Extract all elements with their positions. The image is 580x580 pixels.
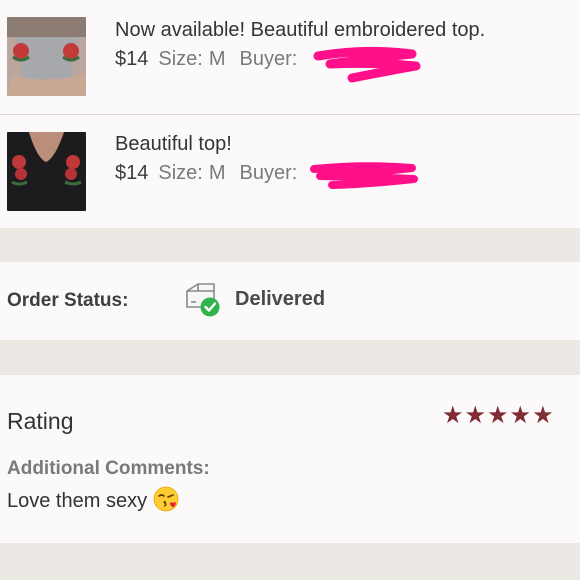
item-thumbnail[interactable] [7,132,86,211]
size-label: Size: [158,162,203,184]
item-price: $14 [115,162,149,184]
rating-label: Rating [7,408,74,434]
size-value: M [208,48,226,70]
comment-body: Love them sexy [7,490,148,512]
kiss-emoji-icon [153,486,179,518]
order-status-label: Order Status: [7,290,129,311]
buyer-redaction-scribble [313,46,421,83]
package-delivered-icon [186,283,220,317]
item-price: $14 [115,48,149,70]
item-thumbnail[interactable] [7,17,86,96]
item-meta: $14 Size: M Buyer: [115,48,303,71]
order-item[interactable]: Now available! Beautiful embroidered top… [0,0,580,114]
order-item[interactable]: Beautiful top! $14 Size: M Buyer: [0,115,580,228]
rating-card: Rating ★★★★★ Additional Comments: Love t… [0,375,580,543]
order-status-value: Delivered [235,288,326,310]
buyer-redaction-scribble [310,162,418,189]
star-rating: ★★★★★ [442,402,555,429]
size-value: M [208,162,226,184]
item-title[interactable]: Now available! Beautiful embroidered top… [115,19,485,42]
comment-text: Love them sexy [7,486,179,518]
item-meta: $14 Size: M Buyer: [115,162,303,185]
item-title[interactable]: Beautiful top! [115,133,232,156]
order-items-card: Now available! Beautiful embroidered top… [0,0,580,228]
size-label: Size: [158,48,203,70]
order-status-card: Order Status: Delivered [0,262,580,340]
buyer-label: Buyer: [239,162,298,184]
comments-label: Additional Comments: [7,458,210,479]
buyer-label: Buyer: [239,48,298,70]
